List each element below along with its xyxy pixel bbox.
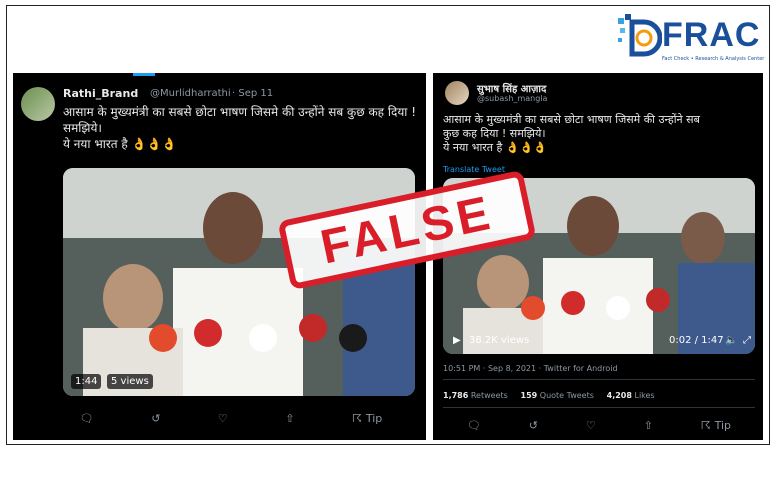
video-time: 0:02 / 1:47 xyxy=(669,335,724,346)
frac-logo-subtitle: Fact Check • Research & Analysis Center xyxy=(662,56,765,62)
translate-tweet-link[interactable]: Translate Tweet xyxy=(443,165,505,174)
tweet-text-line1: आसाम के मुख्यमंत्री का सबसे छोटा भाषण जि… xyxy=(443,113,700,126)
tip-label: Tip xyxy=(714,418,731,432)
video-views: 5 views xyxy=(107,374,153,389)
likes-count: 4,208 xyxy=(606,391,632,400)
tweet-text-line1: आसाम के मुख्यमंत्री का सबसे छोटा भाषण जि… xyxy=(63,105,417,119)
tweet-text: आसाम के मुख्यमंत्री का सबसे छोटा भाषण जि… xyxy=(443,113,759,155)
tweet-text: आसाम के मुख्यमंत्री का सबसे छोटा भाषण जि… xyxy=(63,104,423,152)
divider xyxy=(443,379,755,380)
tweet-text-line2: समझिये। xyxy=(63,121,102,135)
reply-icon[interactable]: 🗨 xyxy=(80,412,94,425)
tweet-meta: 10:51 PM · Sep 8, 2021 · Twitter for And… xyxy=(443,364,618,373)
tweet-text-line2: कुछ कह दिया ! समझिये। xyxy=(443,127,546,140)
retweet-icon[interactable]: ↺ xyxy=(151,412,160,425)
tab-indicator xyxy=(133,73,155,76)
tweet-stats: 1,786 Retweets 159 Quote Tweets 4,208 Li… xyxy=(443,391,655,400)
tip-button[interactable]: ☈ Tip xyxy=(352,412,382,425)
video-player[interactable]: 1:44 5 views xyxy=(63,168,415,396)
quotes-count: 159 xyxy=(520,391,538,400)
video-views: 38.2K views xyxy=(469,335,530,346)
play-icon[interactable]: ▶ xyxy=(449,333,465,348)
like-icon[interactable]: ♡ xyxy=(218,412,228,425)
tweet-actions: 🗨 ↺ ♡ ⇧ ☈ Tip xyxy=(443,417,755,433)
video-frame-image xyxy=(63,168,415,396)
tweet-actions: 🗨 ↺ ♡ ⇧ ☈ Tip xyxy=(51,409,411,427)
divider xyxy=(443,407,755,408)
frac-logo-text: FRAC xyxy=(662,16,761,54)
like-icon[interactable]: ♡ xyxy=(586,419,596,432)
author-name[interactable]: Rathi_Brand xyxy=(63,87,138,100)
retweets-label[interactable]: Retweets xyxy=(471,391,508,400)
avatar[interactable] xyxy=(21,87,55,121)
reply-icon[interactable]: 🗨 xyxy=(467,419,481,432)
author-name[interactable]: सुभाष सिंह आज़ाद xyxy=(477,81,546,95)
tip-icon: ☈ xyxy=(351,411,362,425)
tip-icon: ☈ xyxy=(700,418,711,432)
author-handle[interactable]: @Murlidharrathi xyxy=(150,88,231,99)
tweet-date[interactable]: · Sep 11 xyxy=(232,88,273,99)
quotes-label[interactable]: Quote Tweets xyxy=(540,391,594,400)
tip-label: Tip xyxy=(365,411,383,425)
tweet-right: सुभाष सिंह आज़ाद @subash_mangla आसाम के … xyxy=(433,73,763,440)
share-icon[interactable]: ⇧ xyxy=(285,412,294,425)
avatar[interactable] xyxy=(445,81,469,105)
author-handle[interactable]: @subash_mangla xyxy=(477,94,547,103)
tip-button[interactable]: ☈ Tip xyxy=(701,419,731,432)
video-time: 1:44 xyxy=(71,374,102,389)
frac-logo-mark-icon xyxy=(618,14,662,57)
retweet-icon[interactable]: ↺ xyxy=(529,419,538,432)
share-icon[interactable]: ⇧ xyxy=(644,419,653,432)
likes-label[interactable]: Likes xyxy=(634,391,654,400)
tweet-text-line3: ये नया भारत है 👌👌👌 xyxy=(63,137,177,151)
fullscreen-icon[interactable]: ⤢ xyxy=(739,333,755,348)
frac-logo: FRAC Fact Check • Research & Analysis Ce… xyxy=(618,12,768,64)
tweet-text-line3: ये नया भारत है 👌👌👌 xyxy=(443,141,547,154)
retweets-count: 1,786 xyxy=(443,391,469,400)
